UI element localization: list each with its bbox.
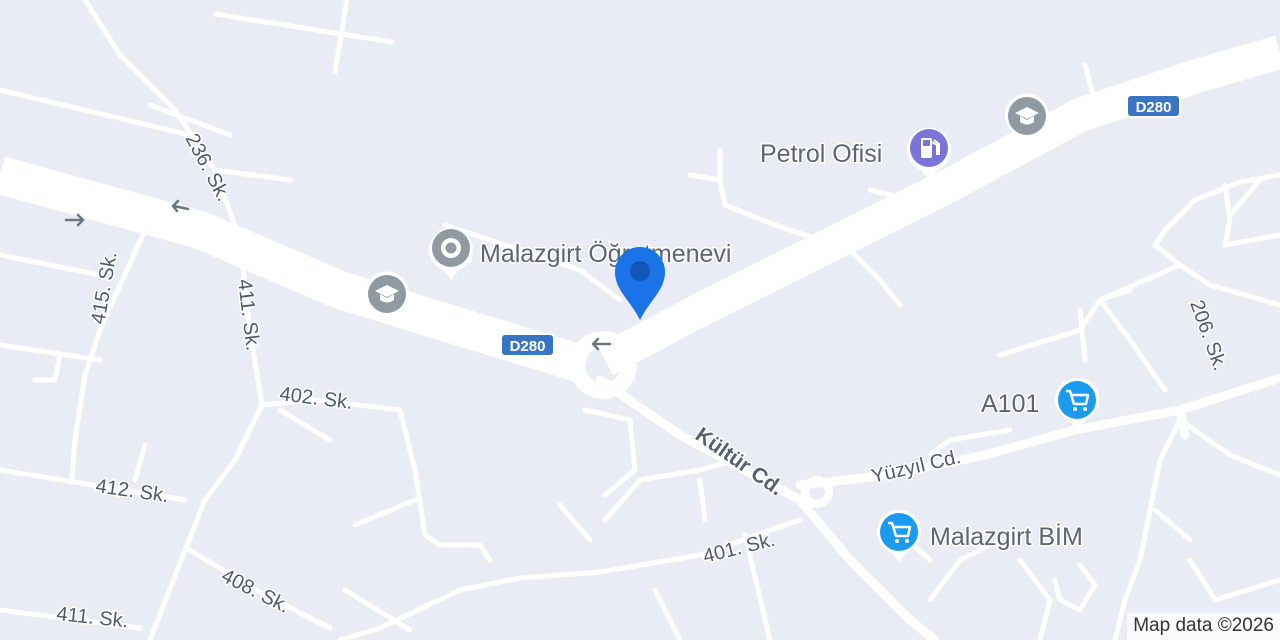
highway-shield: D280: [500, 333, 555, 357]
map-canvas[interactable]: D280 D280 236. Sk. 415. Sk. 411. Sk. 402…: [0, 0, 1280, 640]
poi-label-malazgirt-ogretmenevi: Malazgirt Öğretmenevi: [480, 240, 731, 268]
highway-shield-text: D280: [510, 338, 546, 355]
highway-shield-text: D280: [1136, 99, 1172, 116]
map-attribution[interactable]: Map data ©2026: [1127, 613, 1280, 640]
fuel-icon: [921, 138, 940, 158]
highway-shield: D280: [1126, 94, 1181, 118]
poi-label-a101: A101: [981, 390, 1039, 418]
map-view[interactable]: D280 D280 236. Sk. 415. Sk. 411. Sk. 402…: [0, 0, 1280, 640]
place-icon: [441, 238, 461, 258]
poi-label-petrol-ofisi: Petrol Ofisi: [760, 140, 882, 168]
poi-label-malazgirt-bim: Malazgirt BİM: [930, 522, 1083, 551]
